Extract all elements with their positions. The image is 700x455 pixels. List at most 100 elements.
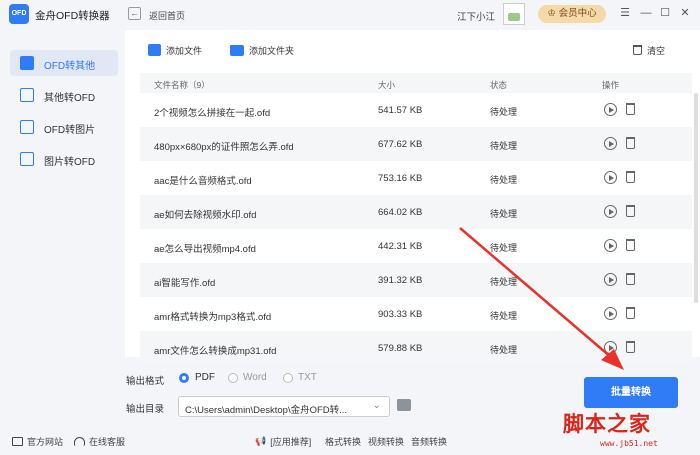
table-row[interactable]: aac是什么音频格式.ofd 753.16 KB 待处理	[140, 161, 692, 195]
delete-icon[interactable]	[626, 137, 635, 149]
clear-button[interactable]: 清空	[633, 41, 665, 59]
ofd-file-icon	[20, 56, 34, 70]
clear-label: 清空	[647, 45, 666, 56]
add-folder-button[interactable]: 添加文件夹	[230, 41, 294, 59]
table-row[interactable]: ai智能写作.ofd 391.32 KB 待处理	[140, 263, 692, 297]
online-service-link[interactable]: 在线客服	[74, 435, 125, 448]
file-status: 待处理	[490, 209, 518, 219]
back-home-link[interactable]: 返回首页	[149, 9, 185, 22]
file-status: 待处理	[490, 175, 518, 185]
minimize-icon[interactable]: —	[638, 5, 654, 21]
vip-icon: ♔	[547, 8, 556, 19]
sidebar-item-other-to-ofd[interactable]: 其他转OFD	[10, 82, 118, 108]
user-name[interactable]: 江下小江	[457, 9, 495, 23]
delete-icon[interactable]	[626, 103, 635, 115]
preview-icon[interactable]	[604, 103, 617, 116]
table-row[interactable]: ae怎么导出视频mp4.ofd 442.31 KB 待处理	[140, 229, 692, 263]
preview-icon[interactable]	[604, 171, 617, 184]
sidebar-item-ofd-to-other[interactable]: OFD转其他	[10, 50, 118, 76]
menu-icon[interactable]: ☰	[617, 5, 633, 21]
sidebar-item-image-to-ofd[interactable]: 图片转OFD	[10, 146, 118, 172]
add-file-button[interactable]: 添加文件	[148, 41, 202, 59]
output-dir-select[interactable]: C:\Users\admin\Desktop\金舟OFD转...	[178, 396, 390, 417]
file-name: ae怎么导出视频mp4.ofd	[154, 244, 256, 255]
official-website-link[interactable]: 官方网站	[12, 435, 63, 448]
add-file-label: 添加文件	[166, 45, 203, 56]
file-name: 480px×680px的证件照怎么弄.ofd	[154, 142, 294, 153]
image-icon	[20, 120, 34, 134]
preview-icon[interactable]	[604, 341, 617, 354]
file-size: 903.33 KB	[378, 309, 423, 320]
sidebar-item-label: 图片转OFD	[44, 157, 96, 168]
sidebar: OFD转其他 其他转OFD OFD转图片 图片转OFD	[0, 30, 125, 425]
radio-pdf[interactable]	[179, 373, 189, 383]
avatar[interactable]	[503, 3, 525, 25]
open-folder-icon[interactable]	[397, 399, 411, 411]
table-scrollbar[interactable]	[694, 93, 698, 303]
file-size: 677.62 KB	[378, 139, 423, 150]
radio-pdf-label[interactable]: PDF	[195, 372, 215, 383]
footer-link-audio[interactable]: 音频转换	[411, 435, 447, 448]
file-status: 待处理	[490, 107, 518, 117]
file-name: amr格式转换为mp3格式.ofd	[154, 312, 272, 323]
preview-icon[interactable]	[604, 273, 617, 286]
file-name: ae如何去除视频水印.ofd	[154, 210, 257, 221]
preview-icon[interactable]	[604, 205, 617, 218]
headset-icon	[74, 437, 85, 446]
megaphone-icon: 📢	[255, 436, 267, 446]
file-status: 待处理	[490, 243, 518, 253]
table-row[interactable]: amr格式转换为mp3格式.ofd 903.33 KB 待处理	[140, 297, 692, 331]
output-dir-label: 输出目录	[126, 404, 165, 415]
service-label: 在线客服	[89, 437, 126, 447]
delete-icon[interactable]	[626, 273, 635, 285]
table-row[interactable]: 2个视频怎么拼接在一起.ofd 541.57 KB 待处理	[140, 93, 692, 127]
add-folder-label: 添加文件夹	[249, 45, 295, 56]
preview-icon[interactable]	[604, 307, 617, 320]
trash-icon	[633, 45, 642, 55]
title-bar: OFD 金舟OFD转换器 ← 返回首页 江下小江 ♔ 会员中心 ☰ — ☐ ✕	[0, 0, 700, 30]
back-arrow-icon[interactable]: ←	[128, 7, 141, 20]
recommend-label: [应用推荐]	[270, 437, 312, 447]
sidebar-item-ofd-to-image[interactable]: OFD转图片	[10, 114, 118, 140]
sidebar-item-label: OFD转图片	[44, 125, 96, 136]
file-name: amr文件怎么转换成mp31.ofd	[154, 346, 277, 357]
column-name: 文件名称（9）	[154, 80, 210, 90]
picture-icon	[20, 152, 34, 166]
column-size: 大小	[378, 80, 396, 90]
file-size: 541.57 KB	[378, 105, 423, 116]
main-panel: 添加文件 添加文件夹 清空 文件名称（9） 大小 状态 操作 2个视频怎么拼接在…	[125, 30, 700, 365]
delete-icon[interactable]	[626, 239, 635, 251]
column-status: 状态	[490, 80, 508, 90]
vip-center-button[interactable]: ♔ 会员中心	[538, 5, 606, 23]
sidebar-item-label: OFD转其他	[44, 61, 96, 72]
delete-icon[interactable]	[626, 205, 635, 217]
radio-txt-label[interactable]: TXT	[298, 372, 317, 383]
maximize-icon[interactable]: ☐	[657, 5, 673, 21]
close-icon[interactable]: ✕	[677, 5, 693, 21]
table-row[interactable]: ae如何去除视频水印.ofd 664.02 KB 待处理	[140, 195, 692, 229]
file-status: 待处理	[490, 277, 518, 287]
radio-word-label[interactable]: Word	[243, 372, 267, 383]
preview-icon[interactable]	[604, 239, 617, 252]
table-row[interactable]: amr文件怎么转换成mp31.ofd 579.88 KB 待处理	[140, 331, 692, 365]
footer-link-format[interactable]: 格式转换	[325, 435, 361, 448]
file-size: 442.31 KB	[378, 241, 423, 252]
vip-label: 会员中心	[558, 8, 597, 19]
file-name: ai智能写作.ofd	[154, 278, 216, 289]
file-name: 2个视频怎么拼接在一起.ofd	[154, 108, 271, 119]
delete-icon[interactable]	[626, 307, 635, 319]
table-row[interactable]: 480px×680px的证件照怎么弄.ofd 677.62 KB 待处理	[140, 127, 692, 161]
radio-word[interactable]	[228, 373, 238, 383]
file-status: 待处理	[490, 345, 518, 355]
app-recommend: 📢 [应用推荐]	[255, 435, 311, 448]
add-file-icon	[148, 44, 161, 56]
chevron-down-icon[interactable]: ⌄	[373, 400, 381, 411]
preview-icon[interactable]	[604, 137, 617, 150]
document-icon	[20, 88, 34, 102]
column-action: 操作	[602, 80, 620, 90]
delete-icon[interactable]	[626, 341, 635, 353]
footer-link-video[interactable]: 视频转换	[368, 435, 404, 448]
batch-convert-button[interactable]: 批量转换	[584, 377, 678, 408]
delete-icon[interactable]	[626, 171, 635, 183]
radio-txt[interactable]	[283, 373, 293, 383]
